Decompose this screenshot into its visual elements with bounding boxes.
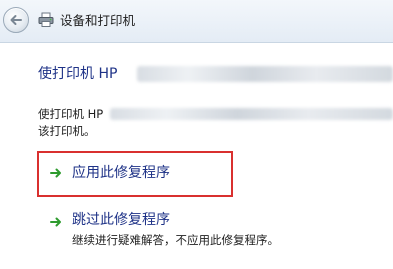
skip-fix-description: 继续进行疑难解答，不应用此修复程序。: [72, 233, 279, 247]
skip-fix-label: 跳过此修复程序: [72, 212, 170, 228]
redacted-printer-name: [137, 66, 393, 82]
apply-fix-option[interactable]: 应用此修复程序: [38, 153, 393, 197]
redacted-description: [110, 108, 393, 120]
back-arrow-icon: [10, 15, 22, 25]
navigation-bar: 设备和打印机: [0, 0, 393, 43]
back-button[interactable]: [3, 7, 29, 33]
page-heading: 使打印机 HP: [38, 66, 118, 82]
skip-fix-option[interactable]: 跳过此修复程序 继续进行疑难解答，不应用此修复程序。: [38, 204, 393, 254]
green-arrow-icon: [50, 217, 61, 227]
green-arrow-icon: [50, 168, 61, 178]
description-line-2: 该打印机。: [38, 124, 96, 138]
window-title: 设备和打印机: [60, 13, 136, 28]
description-line-1: 使打印机 HP: [38, 107, 104, 121]
printer-icon: [38, 12, 54, 27]
apply-fix-label: 应用此修复程序: [72, 165, 170, 181]
